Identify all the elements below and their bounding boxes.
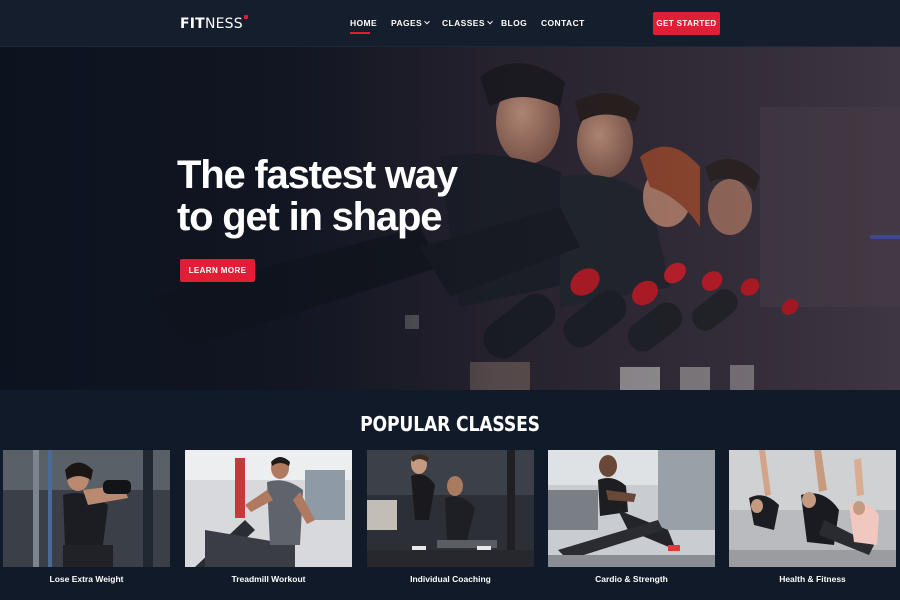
class-photo-coaching <box>367 450 534 567</box>
hero-heading-line2: to get in shape <box>177 195 442 239</box>
class-card-individual-coaching[interactable]: Individual Coaching <box>367 450 534 590</box>
popular-classes-heading: POPULAR CLASSES <box>360 412 540 436</box>
chevron-down-icon <box>424 18 430 25</box>
class-card-label: Cardio & Strength <box>595 574 668 584</box>
class-card-image[interactable] <box>367 450 534 567</box>
brand-logo-dot <box>243 15 248 19</box>
class-card-label: Health & Fitness <box>779 574 846 584</box>
nav-active-indicator <box>350 32 370 34</box>
class-card-image[interactable] <box>548 450 715 567</box>
nav-item-pages[interactable]: PAGES <box>391 18 430 28</box>
nav-item-label: PAGES <box>391 18 423 28</box>
class-card-label: Lose Extra Weight <box>49 574 124 584</box>
class-photo-weight-training <box>3 450 170 567</box>
class-card-image[interactable] <box>185 450 352 567</box>
hero-heading: The fastest way to get in shape <box>177 153 458 239</box>
nav-item-blog[interactable]: BLOG <box>501 18 527 28</box>
class-card-cardio-strength[interactable]: Cardio & Strength <box>548 450 715 590</box>
class-card-image[interactable] <box>729 450 896 567</box>
nav-item-contact[interactable]: CONTACT <box>541 18 585 28</box>
get-started-button[interactable]: GET STARTED <box>653 12 720 35</box>
class-card-health-fitness[interactable]: Health & Fitness <box>729 450 896 590</box>
nav-item-home[interactable]: HOME <box>350 18 378 34</box>
nav-item-label: HOME <box>350 18 378 28</box>
class-card-image[interactable] <box>3 450 170 567</box>
learn-more-button[interactable]: LEARN MORE <box>180 259 255 282</box>
nav-item-classes[interactable]: CLASSES <box>442 18 493 28</box>
nav-item-label: CONTACT <box>541 18 585 28</box>
brand-logo[interactable]: FITNESS <box>180 15 248 32</box>
class-photo-treadmill <box>185 450 352 567</box>
class-photo-cardio <box>548 450 715 567</box>
brand-logo-strong: FIT <box>180 16 205 32</box>
nav-item-label: BLOG <box>501 18 528 28</box>
hero-heading-line1: The fastest way <box>177 153 458 197</box>
class-card-label: Treadmill Workout <box>231 574 306 584</box>
hero-section: The fastest way to get in shape LEARN MO… <box>0 47 900 390</box>
site-header: FITNESS HOME PAGES CLASSES BLOG CONTACT … <box>0 0 900 47</box>
brand-logo-light: NESS <box>204 16 243 32</box>
class-photo-yoga <box>729 450 896 567</box>
class-card-lose-extra-weight[interactable]: Lose Extra Weight <box>3 450 170 590</box>
class-card-label: Individual Coaching <box>410 574 491 584</box>
nav-item-label: CLASSES <box>442 18 485 28</box>
chevron-down-icon <box>487 18 493 25</box>
class-card-treadmill-workout[interactable]: Treadmill Workout <box>185 450 352 590</box>
